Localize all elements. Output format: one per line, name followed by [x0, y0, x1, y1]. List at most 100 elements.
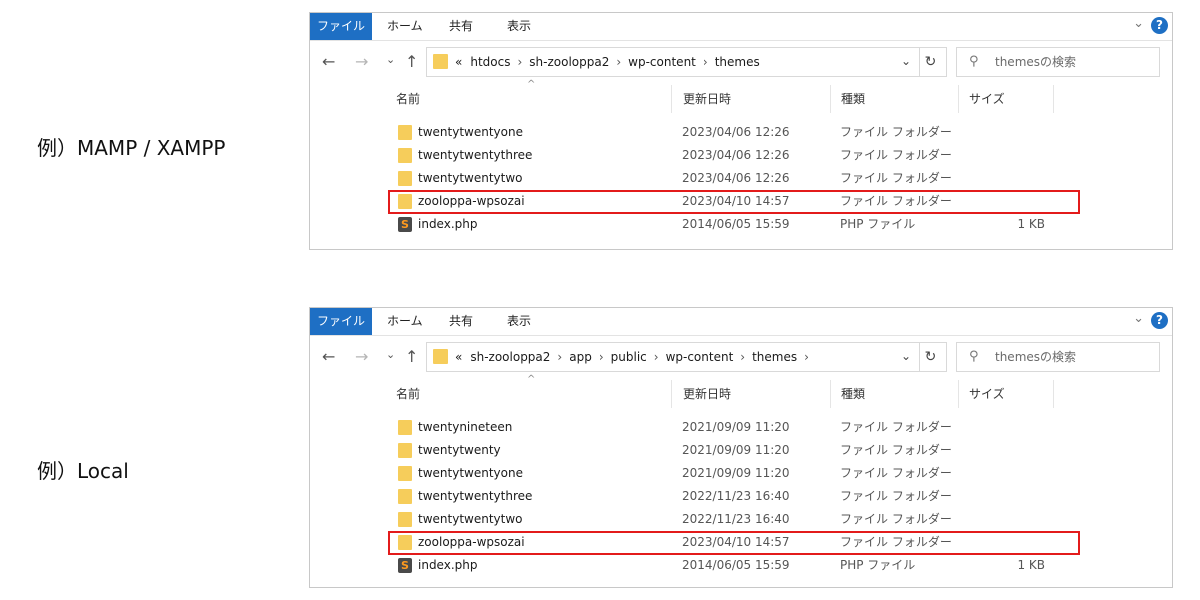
breadcrumb-item[interactable]: app: [569, 350, 592, 364]
back-arrow-icon[interactable]: ←: [322, 53, 335, 71]
file-name: twentytwentyone: [418, 125, 523, 139]
highlight-box: [388, 190, 1080, 214]
search-placeholder: themesの検索: [995, 350, 1077, 364]
column-divider[interactable]: [671, 85, 672, 113]
breadcrumb-item[interactable]: public: [611, 350, 647, 364]
breadcrumb-separator: ›: [740, 350, 746, 364]
file-name: twentynineteen: [418, 420, 513, 434]
file-row[interactable]: zooloppa-wpsozai 2023/04/10 14:57 ファイル フォル…: [310, 190, 1172, 214]
file-row[interactable]: Sindex.php 2014/06/05 15:59 PHP ファイル 1 KB: [310, 554, 1172, 577]
file-type: ファイル フォルダー: [840, 443, 952, 457]
file-row[interactable]: Sindex.php 2014/06/05 15:59 PHP ファイル 1 KB: [310, 213, 1172, 236]
breadcrumb-item[interactable]: themes: [752, 350, 797, 364]
file-date: 2021/09/09 11:20: [682, 466, 790, 480]
folder-icon: [398, 148, 412, 163]
recent-locations-icon[interactable]: ⌄: [386, 51, 395, 69]
column-header-size[interactable]: サイズ: [969, 91, 1005, 107]
file-row[interactable]: twentytwenty 2021/09/09 11:20 ファイル フォルダー: [310, 439, 1172, 462]
file-row[interactable]: twentytwentytwo 2023/04/06 12:26 ファイル フォルダ…: [310, 167, 1172, 190]
back-arrow-icon[interactable]: ←: [322, 348, 335, 366]
ribbon-tab[interactable]: ファイル: [310, 13, 372, 40]
column-divider[interactable]: [1053, 380, 1054, 408]
search-input[interactable]: ⚲ themesの検索: [956, 47, 1160, 77]
help-icon[interactable]: ?: [1151, 312, 1168, 329]
column-header-type[interactable]: 種類: [841, 91, 865, 107]
column-divider[interactable]: [830, 85, 831, 113]
ribbon: ファイル ホーム 共有 表示 ⌄?: [310, 308, 1172, 336]
breadcrumb-item[interactable]: wp-content: [628, 55, 696, 69]
file-name: twentytwentythree: [418, 148, 533, 162]
search-input[interactable]: ⚲ themesの検索: [956, 342, 1160, 372]
column-header-size[interactable]: サイズ: [969, 386, 1005, 402]
ribbon: ファイル ホーム 共有 表示 ⌄?: [310, 13, 1172, 41]
address-bar[interactable]: « htdocs › sh-zooloppa2 › wp-content › themes ⌄: [426, 47, 920, 77]
caption-local: 例）Local: [37, 459, 129, 483]
collapse-ribbon-icon[interactable]: ⌄: [1133, 311, 1144, 326]
folder-icon: [398, 443, 412, 458]
ribbon-tab[interactable]: ホーム: [387, 308, 423, 335]
column-divider[interactable]: [958, 380, 959, 408]
column-headers: ^ 名前 更新日時 種類 サイズ: [310, 79, 1172, 113]
file-type: ファイル フォルダー: [840, 489, 952, 503]
file-type: PHP ファイル: [840, 217, 916, 231]
file-row[interactable]: twentytwentytwo 2022/11/23 16:40 ファイル フォルダ…: [310, 508, 1172, 531]
breadcrumb-separator: ›: [616, 55, 622, 69]
file-date: 2014/06/05 15:59: [682, 558, 790, 572]
help-icon[interactable]: ?: [1151, 17, 1168, 34]
ribbon-tab[interactable]: 表示: [507, 308, 531, 335]
file-name: twentytwentytwo: [418, 512, 523, 526]
refresh-icon[interactable]: ↻: [915, 47, 947, 77]
file-date: 2023/04/06 12:26: [682, 171, 790, 185]
file-name: twentytwentytwo: [418, 171, 523, 185]
file-row[interactable]: twentytwentythree 2023/04/06 12:26 ファイル フォ…: [310, 144, 1172, 167]
breadcrumb-item[interactable]: sh-zooloppa2: [470, 350, 550, 364]
address-dropdown-icon[interactable]: ⌄: [901, 349, 911, 363]
column-header-date[interactable]: 更新日時: [683, 91, 731, 107]
forward-arrow-icon[interactable]: →: [355, 348, 368, 366]
breadcrumb-overflow[interactable]: «: [455, 350, 462, 364]
column-header-name[interactable]: 名前: [396, 386, 420, 402]
ribbon-tab[interactable]: 共有: [449, 13, 473, 40]
column-divider[interactable]: [958, 85, 959, 113]
column-header-date[interactable]: 更新日時: [683, 386, 731, 402]
folder-icon: [398, 466, 412, 481]
column-divider[interactable]: [1053, 85, 1054, 113]
breadcrumb-item[interactable]: htdocs: [470, 55, 510, 69]
column-header-type[interactable]: 種類: [841, 386, 865, 402]
recent-locations-icon[interactable]: ⌄: [386, 346, 395, 364]
search-icon: ⚲: [969, 54, 979, 69]
file-row[interactable]: twentynineteen 2021/09/09 11:20 ファイル フォルダー: [310, 416, 1172, 439]
ribbon-tab[interactable]: ホーム: [387, 13, 423, 40]
refresh-icon[interactable]: ↻: [915, 342, 947, 372]
column-divider[interactable]: [671, 380, 672, 408]
collapse-ribbon-icon[interactable]: ⌄: [1133, 16, 1144, 31]
file-row[interactable]: zooloppa-wpsozai 2023/04/10 14:57 ファイル フォル…: [310, 531, 1172, 555]
up-arrow-icon[interactable]: ↑: [405, 348, 418, 366]
breadcrumb-overflow[interactable]: «: [455, 55, 462, 69]
address-bar[interactable]: « sh-zooloppa2 › app › public › wp-content › them…: [426, 342, 920, 372]
ribbon-tab[interactable]: 共有: [449, 308, 473, 335]
ribbon-tab[interactable]: 表示: [507, 13, 531, 40]
folder-icon: [398, 171, 412, 186]
file-type: PHP ファイル: [840, 558, 916, 572]
file-row[interactable]: twentytwentythree 2022/11/23 16:40 ファイル フォ…: [310, 485, 1172, 508]
file-row[interactable]: twentytwentyone 2021/09/09 11:20 ファイル フォルダ…: [310, 462, 1172, 485]
file-date: 2022/11/23 16:40: [682, 512, 790, 526]
file-date: 2021/09/09 11:20: [682, 420, 790, 434]
caption-mamp: 例）MAMP / XAMPP: [37, 136, 226, 160]
breadcrumb-item[interactable]: themes: [715, 55, 760, 69]
navigation-bar: ← → ⌄ ↑ « sh-zooloppa2 › app › public › wp-content ›…: [310, 336, 1172, 380]
explorer-window-mamp: ファイル ホーム 共有 表示 ⌄? ← → ⌄ ↑ « htdocs › sh-zooloppa2 › wp…: [309, 12, 1173, 250]
column-divider[interactable]: [830, 380, 831, 408]
php-file-icon: S: [398, 217, 412, 232]
file-row[interactable]: twentytwentyone 2023/04/06 12:26 ファイル フォルダ…: [310, 121, 1172, 144]
address-dropdown-icon[interactable]: ⌄: [901, 54, 911, 68]
column-header-name[interactable]: 名前: [396, 91, 420, 107]
breadcrumb: « htdocs › sh-zooloppa2 › wp-content › themes: [455, 48, 760, 76]
file-type: ファイル フォルダー: [840, 466, 952, 480]
breadcrumb-item[interactable]: wp-content: [666, 350, 734, 364]
ribbon-tab[interactable]: ファイル: [310, 308, 372, 335]
forward-arrow-icon[interactable]: →: [355, 53, 368, 71]
breadcrumb-item[interactable]: sh-zooloppa2: [529, 55, 609, 69]
up-arrow-icon[interactable]: ↑: [405, 53, 418, 71]
